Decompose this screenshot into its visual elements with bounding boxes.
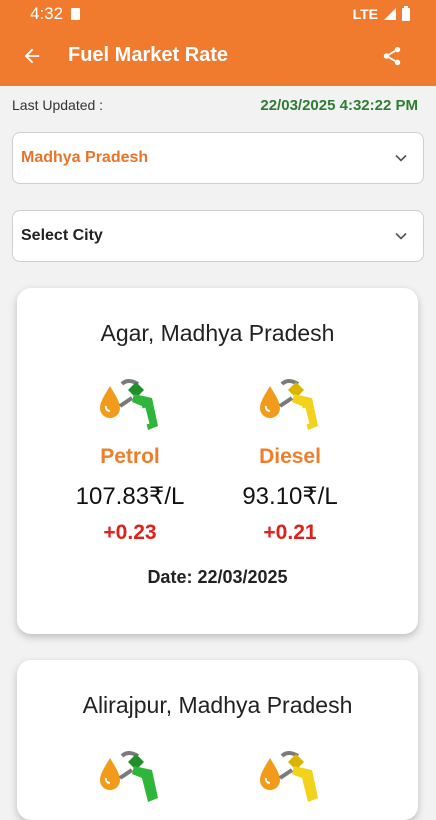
state-dropdown[interactable]: Madhya Pradesh bbox=[12, 132, 424, 184]
city-dropdown[interactable]: Select City bbox=[12, 210, 424, 262]
fuel-rate-card: Agar, Madhya Pradesh Petrol 107.83₹/L +0… bbox=[17, 288, 418, 634]
petrol-change: +0.23 bbox=[103, 521, 157, 544]
card-date: Date: 22/03/2025 bbox=[147, 567, 288, 587]
last-updated-row: Last Updated : 22/03/2025 4:32:22 PM bbox=[0, 94, 436, 116]
petrol-label: Petrol bbox=[100, 445, 160, 468]
card-location-title: Alirajpur, Madhya Pradesh bbox=[82, 692, 353, 718]
state-dropdown-value: Madhya Pradesh bbox=[21, 149, 149, 166]
last-updated-label: Last Updated : bbox=[12, 97, 104, 113]
status-bar: 4:32 LTE bbox=[0, 0, 436, 28]
city-dropdown-value: Select City bbox=[21, 227, 103, 244]
share-button[interactable] bbox=[378, 42, 406, 70]
back-button[interactable] bbox=[18, 42, 46, 70]
network-type: LTE bbox=[352, 6, 378, 22]
chevron-down-icon bbox=[395, 232, 407, 240]
diesel-label: Diesel bbox=[259, 445, 321, 468]
petrol-pump-nozzle-icon bbox=[100, 751, 158, 802]
share-icon bbox=[383, 46, 401, 66]
sd-card-icon bbox=[71, 8, 81, 20]
last-updated-value: 22/03/2025 4:32:22 PM bbox=[260, 96, 418, 114]
status-time: 4:32 bbox=[30, 4, 64, 23]
app-bar: Fuel Market Rate bbox=[0, 28, 436, 86]
diesel-change: +0.21 bbox=[263, 521, 317, 544]
diesel-price: 93.10₹/L bbox=[242, 483, 338, 510]
battery-icon bbox=[402, 5, 410, 21]
card-location-title: Agar, Madhya Pradesh bbox=[100, 320, 335, 346]
petrol-price: 107.83₹/L bbox=[75, 483, 185, 510]
page-title: Fuel Market Rate bbox=[68, 44, 229, 66]
diesel-pump-nozzle-icon bbox=[260, 379, 318, 430]
petrol-pump-nozzle-icon bbox=[100, 379, 158, 430]
fuel-rate-card: Alirajpur, Madhya Pradesh bbox=[17, 660, 418, 820]
arrow-left-icon bbox=[24, 48, 40, 64]
diesel-pump-nozzle-icon bbox=[260, 751, 318, 802]
signal-icon bbox=[384, 8, 396, 20]
chevron-down-icon bbox=[395, 154, 407, 162]
